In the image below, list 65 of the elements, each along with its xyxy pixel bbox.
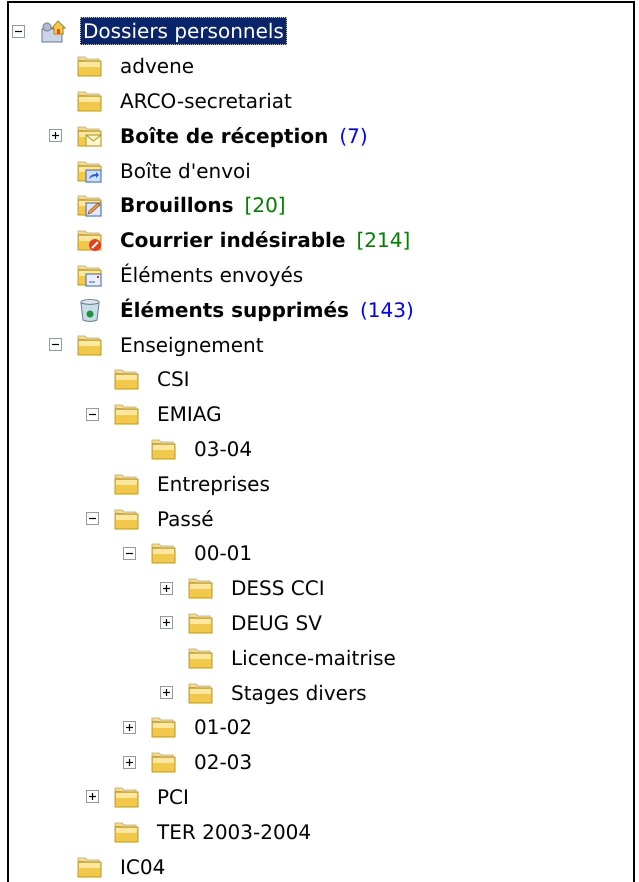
folder-icon: [151, 541, 177, 566]
house-folder-icon: [40, 19, 66, 44]
folder-icon: [151, 436, 177, 461]
folder-label[interactable]: 03-04: [191, 434, 256, 463]
folder-icon: [77, 332, 103, 357]
envelope-folder-icon: [77, 262, 103, 287]
expand-icon[interactable]: [160, 616, 173, 630]
folder-icon: [77, 854, 103, 879]
expand-icon[interactable]: [160, 686, 173, 700]
folder-label[interactable]: DEUG SV: [228, 608, 325, 637]
message-count: (7): [339, 124, 368, 148]
message-count: (143): [360, 298, 414, 322]
folder-label[interactable]: 01-02: [191, 713, 256, 742]
folder-icon: [114, 820, 140, 844]
folder-label[interactable]: 00-01: [191, 539, 256, 568]
expand-icon[interactable]: [123, 720, 136, 734]
folder-icon: [114, 506, 140, 531]
folder-label[interactable]: Stages divers: [228, 678, 370, 707]
folder-icon: [114, 402, 140, 426]
envelope-folder-icon: [77, 124, 103, 148]
folder-label[interactable]: CSI: [154, 365, 193, 394]
folder-label[interactable]: PCI: [154, 782, 192, 811]
folder-label[interactable]: Dossiers personnels: [80, 17, 287, 46]
folder-label[interactable]: Boîte de réception: [117, 122, 332, 150]
folder-icon: [77, 88, 103, 113]
folder-label[interactable]: Passé: [154, 504, 217, 533]
folder-icon: [114, 472, 140, 496]
folder-icon: [151, 750, 177, 774]
folder-icon: [188, 646, 214, 670]
folder-label[interactable]: EMIAG: [154, 400, 225, 428]
collapse-icon[interactable]: [86, 512, 99, 526]
folder-icon: [151, 715, 177, 740]
collapse-icon[interactable]: [86, 408, 99, 421]
collapse-icon[interactable]: [49, 338, 62, 352]
folder-icon: [188, 610, 214, 635]
folder-icon: [188, 576, 214, 600]
folder-icon: [114, 784, 140, 809]
folder-icon: [77, 54, 103, 78]
folder-label[interactable]: Boîte d'envoi: [117, 156, 254, 185]
folder-label[interactable]: Enseignement: [117, 330, 267, 359]
collapse-icon[interactable]: [123, 546, 136, 560]
folder-label[interactable]: advene: [117, 52, 198, 80]
message-count: [214]: [356, 228, 410, 252]
arrow-folder-icon: [77, 158, 103, 183]
folder-label[interactable]: Éléments envoyés: [117, 260, 306, 289]
pencil-folder-icon: [77, 193, 103, 218]
folder-label[interactable]: ARCO-secretariat: [117, 86, 295, 115]
folder-label[interactable]: Brouillons: [117, 191, 237, 220]
folder-icon: [114, 367, 140, 392]
collapse-icon[interactable]: [12, 24, 25, 38]
no-entry-folder-icon: [77, 228, 103, 252]
folder-label[interactable]: IC04: [117, 852, 168, 881]
expand-icon[interactable]: [49, 129, 62, 142]
folder-label[interactable]: TER 2003-2004: [154, 818, 314, 846]
folder-label[interactable]: 02-03: [191, 748, 256, 776]
folder-label[interactable]: DESS CCI: [228, 574, 328, 602]
folder-label[interactable]: Éléments supprimés: [117, 296, 352, 324]
folder-icon: [188, 680, 214, 705]
expand-icon[interactable]: [123, 756, 136, 769]
folder-label[interactable]: Entreprises: [154, 470, 273, 498]
folder-label[interactable]: Licence-maitrise: [228, 644, 399, 672]
message-count: [20]: [244, 193, 286, 218]
expand-icon[interactable]: [160, 582, 173, 595]
expand-icon[interactable]: [86, 790, 99, 804]
folder-label[interactable]: Courrier indésirable: [117, 226, 348, 254]
